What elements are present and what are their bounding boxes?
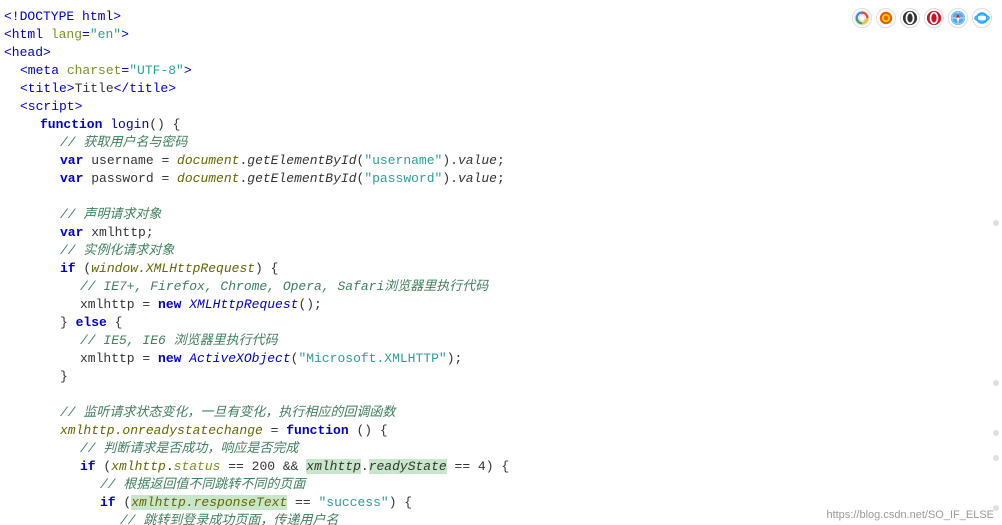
code-text: <script> [20,98,82,116]
code-line-26: if (xmlhttp.status == 200 && xmlhttp.rea… [0,458,1002,476]
code-text: xmlhttp = new ActiveXObject("Microsoft.X… [80,350,462,368]
code-line-7: function login() { [0,116,1002,134]
scrollbar-dot-2 [993,380,999,386]
code-line-empty-2 [0,386,1002,404]
code-line-6: <script> [0,98,1002,116]
code-line-18: } else { [0,314,1002,332]
code-text: // 监听请求状态变化，一旦有变化，执行相应的回调函数 [60,404,395,422]
code-text: <html lang="en"> [4,26,129,44]
code-display: <!DOCTYPE html> <html lang="en"> <head> … [0,0,1002,525]
code-line-12: // 声明请求对象 [0,206,1002,224]
code-text: <head> [4,44,51,62]
code-text: // 实例化请求对象 [60,242,174,260]
code-line-2: <html lang="en"> [0,26,1002,44]
code-text: var xmlhttp; [60,224,154,242]
code-text: // IE7+, Firefox, Chrome, Opera, Safari浏… [80,278,488,296]
code-line-4: <meta charset="UTF-8"> [0,62,1002,80]
safari-icon[interactable] [948,8,968,28]
code-text: xmlhttp = new XMLHttpRequest(); [80,296,322,314]
code-line-14: // 实例化请求对象 [0,242,1002,260]
scrollbar-dot-3 [993,430,999,436]
code-text: // 获取用户名与密码 [60,134,187,152]
scrollbar-dot-4 [993,455,999,461]
code-text: xmlhttp.onreadystatechange = function ()… [60,422,388,440]
browser-icons-bar [852,8,992,28]
code-line-17: xmlhttp = new XMLHttpRequest(); [0,296,1002,314]
code-line-23: // 监听请求状态变化，一旦有变化，执行相应的回调函数 [0,404,1002,422]
code-line-8: // 获取用户名与密码 [0,134,1002,152]
ie-icon[interactable] [972,8,992,28]
opera-icon[interactable] [924,8,944,28]
code-text: } else { [60,314,122,332]
code-line-27: // 根据返回值不同跳转不同的页面 [0,476,1002,494]
code-text: // 判断请求是否成功，响应是否完成 [80,440,298,458]
watermark-link: https://blog.csdn.net/SO_IF_ELSE [826,509,994,521]
code-line-empty-1 [0,188,1002,206]
code-text: // IE5, IE6 浏览器里执行代码 [80,332,278,350]
code-text: } [60,368,68,386]
code-line-5: <title>Title</title> [0,80,1002,98]
code-text: var password = document.getElementById("… [60,170,505,188]
code-text: var username = document.getElementById("… [60,152,505,170]
code-text: // 根据返回值不同跳转不同的页面 [100,476,305,494]
code-text: function login() { [40,116,180,134]
code-line-10: var password = document.getElementById("… [0,170,1002,188]
code-line-20: xmlhttp = new ActiveXObject("Microsoft.X… [0,350,1002,368]
code-text: <title>Title</title> [20,80,176,98]
code-line-16: // IE7+, Firefox, Chrome, Opera, Safari浏… [0,278,1002,296]
code-text: <!DOCTYPE html> [4,8,121,26]
code-line-9: var username = document.getElementById("… [0,152,1002,170]
code-line-21: } [0,368,1002,386]
chrome-icon[interactable] [852,8,872,28]
code-text: if (xmlhttp.status == 200 && xmlhttp.rea… [80,458,509,476]
code-text: // 声明请求对象 [60,206,161,224]
code-text: // 跳转到登录成功页面，传递用户名 [120,512,338,525]
code-line-15: if (window.XMLHttpRequest) { [0,260,1002,278]
code-line-13: var xmlhttp; [0,224,1002,242]
code-line-25: // 判断请求是否成功，响应是否完成 [0,440,1002,458]
firefox-icon[interactable] [876,8,896,28]
code-text: <meta charset="UTF-8"> [20,62,192,80]
opera-dark-icon[interactable] [900,8,920,28]
code-line-19: // IE5, IE6 浏览器里执行代码 [0,332,1002,350]
scrollbar-dot-1 [993,220,999,226]
code-text: if (window.XMLHttpRequest) { [60,260,278,278]
code-line-3: <head> [0,44,1002,62]
code-line-24: xmlhttp.onreadystatechange = function ()… [0,422,1002,440]
code-text: if (xmlhttp.responseText == "success") { [100,494,412,512]
